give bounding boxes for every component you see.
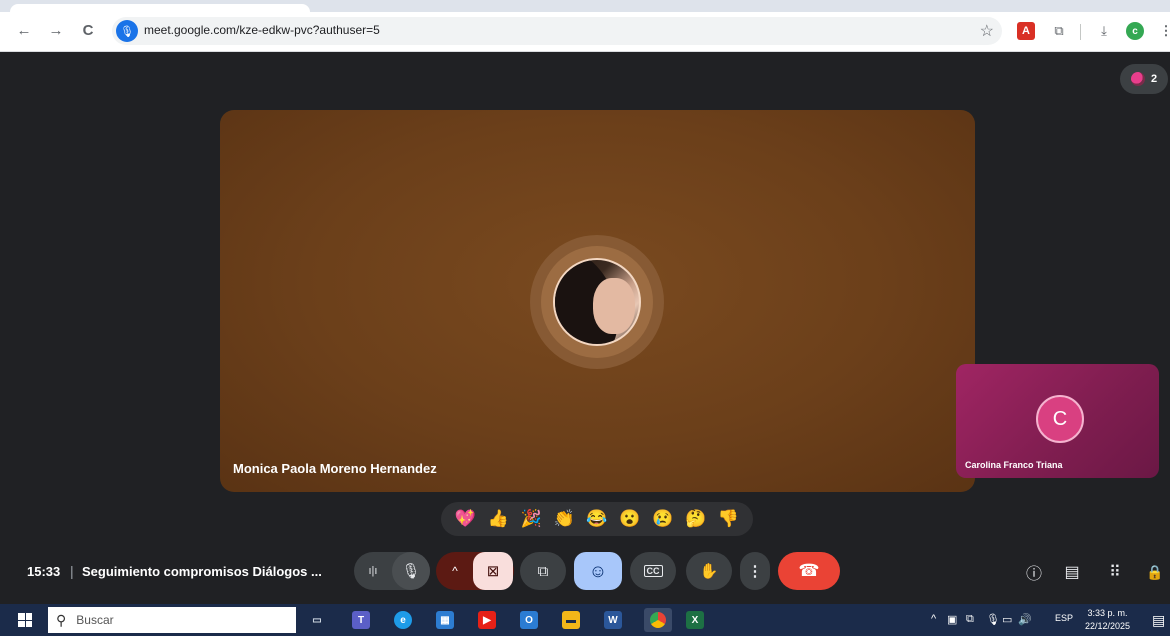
store-icon[interactable]: ▦: [436, 611, 454, 629]
speaking-halo-inner: [541, 246, 653, 358]
main-participant-tile[interactable]: Monica Paola Moreno Hernandez: [220, 110, 975, 492]
download-icon[interactable]: ⤓: [1094, 21, 1114, 41]
reaction-clap-icon[interactable]: 👏: [551, 506, 577, 532]
windows-taskbar: ⚲ Buscar ▭ T e ▦ ▶ O ▬ W X ^ ▣ ⧉ 🎙 ▭ 🔊 E…: [0, 604, 1170, 636]
youtube-icon[interactable]: ▶: [478, 611, 496, 629]
tray-expand-chevron-icon[interactable]: ^: [931, 613, 936, 625]
apps-grid-icon: ⠿: [1109, 564, 1121, 581]
participant-avatar-photo: [553, 258, 641, 346]
search-icon: ⚲: [56, 611, 67, 628]
input-language[interactable]: ESP: [1055, 613, 1073, 623]
clock-time: 3:33 p. m.: [1087, 608, 1128, 618]
meet-stage: 2 Monica Paola Moreno Hernandez C Caroli…: [0, 52, 1170, 604]
camera-off-button[interactable]: ⊠: [473, 552, 513, 590]
browser-menu-icon[interactable]: ⋮: [1156, 21, 1170, 41]
reaction-laugh-icon[interactable]: 😂: [584, 506, 610, 532]
present-screen-icon: ⧉: [537, 562, 549, 580]
reaction-sad-icon[interactable]: 😢: [650, 506, 676, 532]
participant-count: 2: [1150, 73, 1158, 85]
meeting-title: Seguimiento compromisos Diálogos ...: [82, 564, 322, 579]
extensions-puzzle-icon[interactable]: ⧉: [1049, 21, 1069, 41]
profile-avatar[interactable]: c: [1126, 22, 1144, 40]
camera-off-icon: ⊠: [486, 563, 500, 580]
screen: ← → C 🎙 meet.google.com/kze-edkw-pvc?aut…: [0, 0, 1170, 636]
active-tab[interactable]: [10, 4, 310, 14]
meeting-clock: 15:33: [27, 564, 61, 579]
microphone-icon: 🎙: [401, 563, 421, 580]
reaction-thumbs-up-icon[interactable]: 👍: [485, 506, 511, 532]
speaker-icon[interactable]: 🔊: [1018, 613, 1032, 626]
excel-icon[interactable]: X: [686, 611, 704, 629]
participant-dot-icon: [1130, 72, 1145, 86]
reaction-surprised-icon[interactable]: 😮: [617, 506, 643, 532]
self-avatar: C: [1036, 395, 1084, 443]
raise-hand-button[interactable]: ✋: [686, 552, 732, 590]
word-icon[interactable]: W: [604, 611, 622, 629]
raise-hand-icon: ✋: [699, 563, 719, 580]
host-controls-button[interactable]: 🔒: [1142, 559, 1168, 585]
reaction-thinking-icon[interactable]: 🤔: [683, 506, 709, 532]
pdf-extension-icon[interactable]: A: [1017, 22, 1035, 40]
edge-icon[interactable]: e: [394, 611, 412, 629]
notifications-icon[interactable]: ▤: [1152, 612, 1165, 629]
self-participant-name: Carolina Franco Triana: [965, 460, 1063, 470]
meeting-details-button[interactable]: ⓘ: [1021, 559, 1047, 585]
present-screen-button[interactable]: ⧉: [520, 552, 566, 590]
speaking-halo: [530, 235, 664, 369]
captions-button[interactable]: CC: [630, 552, 676, 590]
system-clock[interactable]: 3:33 p. m. 22/12/2025: [1085, 607, 1130, 633]
tray-microphone-icon[interactable]: 🎙: [986, 613, 1000, 626]
leave-call-button[interactable]: ☎: [778, 552, 840, 590]
file-explorer-icon[interactable]: ▬: [562, 611, 580, 629]
activities-button[interactable]: ⠿: [1102, 559, 1128, 585]
main-participant-name: Monica Paola Moreno Hernandez: [233, 461, 437, 476]
reaction-thumbs-down-icon[interactable]: 👎: [715, 506, 741, 532]
tab-strip: [0, 0, 1170, 14]
url-text[interactable]: meet.google.com/kze-edkw-pvc?authuser=5: [144, 23, 380, 37]
back-button[interactable]: ←: [12, 18, 36, 42]
chat-icon: ▤: [1064, 564, 1080, 581]
battery-icon[interactable]: ▭: [1002, 613, 1012, 626]
site-mic-icon[interactable]: 🎙: [116, 20, 138, 42]
info-icon: ⓘ: [1025, 566, 1042, 583]
browser-toolbar: ← → C 🎙 meet.google.com/kze-edkw-pvc?aut…: [0, 0, 1170, 52]
captions-icon: CC: [643, 565, 663, 577]
chrome-icon[interactable]: [644, 608, 672, 632]
participants-indicator[interactable]: 2: [1120, 64, 1168, 94]
reaction-heart-icon[interactable]: 💖: [452, 506, 478, 532]
microphone-control: ı|ı 🎙: [354, 552, 430, 590]
meeting-info-separator: |: [70, 563, 74, 579]
bookmark-star-icon[interactable]: ☆: [980, 21, 994, 41]
lock-person-icon: 🔒: [1146, 563, 1164, 580]
tray-meet-icon[interactable]: ⧉: [966, 613, 974, 626]
chat-button[interactable]: ▤: [1059, 559, 1085, 585]
clock-date: 22/12/2025: [1085, 621, 1131, 631]
taskbar-search-placeholder: Buscar: [76, 613, 114, 627]
smiley-icon: ☺: [588, 560, 608, 581]
taskbar-search-box[interactable]: ⚲ Buscar: [48, 607, 296, 633]
reactions-bar: 💖 👍 🎉 👏 😂 😮 😢 🤔 👎: [441, 502, 753, 536]
send-reaction-button[interactable]: ☺: [574, 552, 622, 590]
hang-up-icon: ☎: [798, 561, 820, 580]
windows-start-icon[interactable]: [18, 613, 32, 627]
more-options-button[interactable]: ⋮: [740, 552, 770, 590]
teams-icon[interactable]: T: [352, 611, 370, 629]
toolbar-divider: [1080, 24, 1081, 40]
tray-app-icon[interactable]: ▣: [947, 613, 957, 626]
task-view-icon[interactable]: ▭: [308, 611, 326, 629]
camera-control: ^ ⊠: [436, 552, 514, 590]
camera-options-chevron-icon[interactable]: ^: [437, 564, 473, 578]
self-view-tile[interactable]: C Carolina Franco Triana: [956, 364, 1159, 478]
audio-level-icon[interactable]: ı|ı: [354, 552, 392, 590]
reaction-party-icon[interactable]: 🎉: [518, 506, 544, 532]
address-bar[interactable]: 🎙 meet.google.com/kze-edkw-pvc?authuser=…: [112, 17, 1002, 45]
outlook-icon[interactable]: O: [520, 611, 538, 629]
microphone-button[interactable]: 🎙: [392, 552, 430, 590]
reload-button[interactable]: C: [76, 18, 100, 42]
forward-button[interactable]: →: [44, 18, 68, 42]
more-options-icon: ⋮: [747, 563, 763, 580]
